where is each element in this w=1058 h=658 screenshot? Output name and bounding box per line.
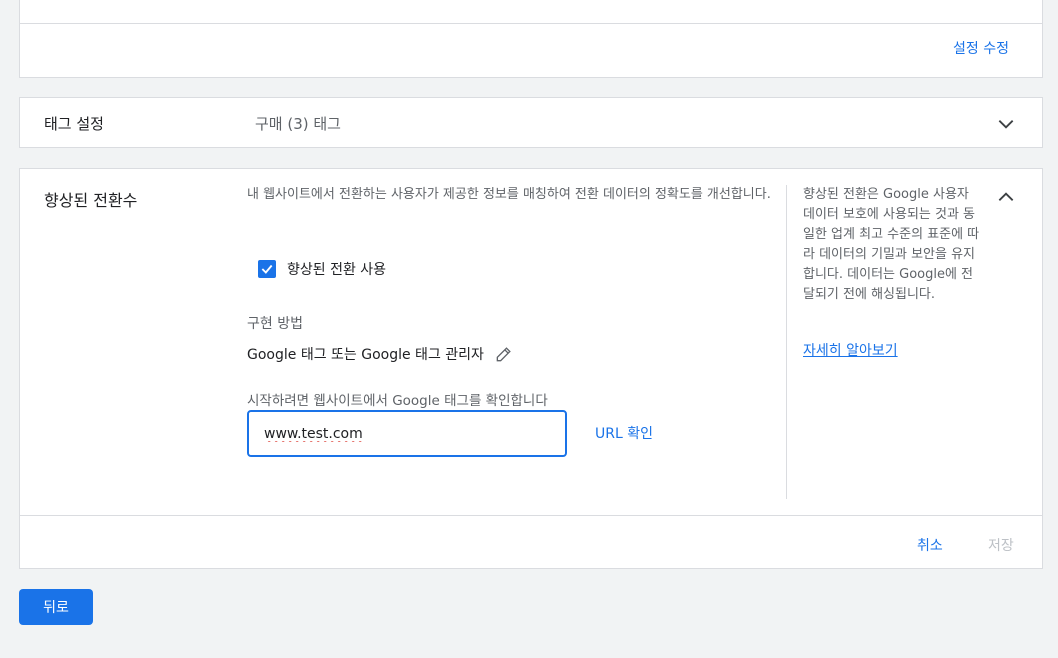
implementation-value-row: Google 태그 또는 Google 태그 관리자: [247, 344, 514, 364]
implementation-title: 구현 방법: [247, 316, 303, 332]
vertical-divider: [786, 185, 787, 499]
check-url-button[interactable]: URL 확인: [595, 423, 653, 443]
edit-settings-link[interactable]: 설정 수정: [953, 38, 1009, 58]
tag-settings-row[interactable]: 태그 설정 구매 (3) 태그: [19, 97, 1043, 148]
enhanced-conversions-checkbox-row[interactable]: 향상된 전환 사용: [258, 259, 386, 279]
divider: [20, 23, 1042, 24]
chevron-down-icon[interactable]: [996, 114, 1016, 134]
footer-divider: [20, 515, 1042, 516]
cancel-button[interactable]: 취소: [917, 535, 943, 555]
enhanced-conversions-card: 향상된 전환수 내 웹사이트에서 전환하는 사용자가 제공한 정보를 매칭하여 …: [19, 168, 1043, 569]
help-text: 향상된 전환은 Google 사용자 데이터 보호에 사용되는 것과 동일한 업…: [803, 187, 980, 302]
website-url-input[interactable]: [247, 410, 567, 457]
checkbox-label: 향상된 전환 사용: [287, 262, 387, 278]
section-title: 향상된 전환수: [44, 191, 138, 210]
save-button: 저장: [988, 538, 1014, 554]
enhanced-conversions-checkbox[interactable]: [258, 260, 276, 278]
checkmark-icon: [261, 264, 273, 274]
learn-more-link[interactable]: 자세히 알아보기: [803, 340, 898, 360]
start-instruction: 시작하려면 웹사이트에서 Google 태그를 확인합니다: [247, 393, 548, 409]
back-button[interactable]: 뒤로: [19, 589, 93, 625]
section-description: 내 웹사이트에서 전환하는 사용자가 제공한 정보를 매칭하여 전환 데이터의 …: [247, 187, 771, 202]
tag-settings-value: 구매 (3) 태그: [255, 115, 341, 133]
tag-settings-label: 태그 설정: [44, 115, 104, 133]
previous-settings-card: 설정 수정: [19, 0, 1043, 78]
implementation-value: Google 태그 또는 Google 태그 관리자: [247, 347, 484, 363]
chevron-up-icon[interactable]: [996, 187, 1016, 207]
pencil-icon[interactable]: [494, 344, 514, 364]
